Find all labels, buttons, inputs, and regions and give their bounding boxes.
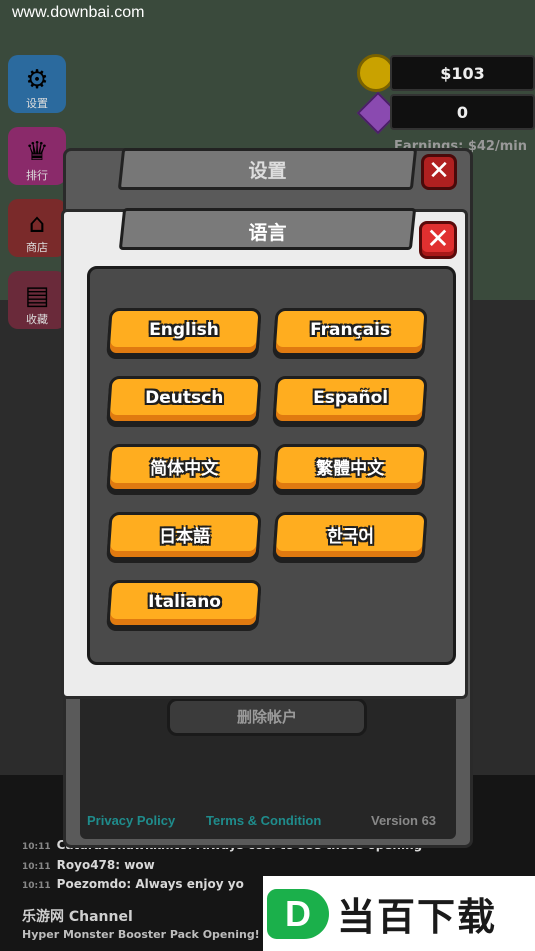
language-button-german[interactable]: Deutsch xyxy=(106,376,262,424)
shop-icon: ⌂ xyxy=(28,209,46,239)
language-button-korean[interactable]: 한국어 xyxy=(272,512,428,560)
sidebar-item-ranking[interactable]: ♛ 排行 xyxy=(8,127,66,185)
sidebar-item-collection[interactable]: ▤ 收藏 xyxy=(8,271,66,329)
language-button-italian[interactable]: Italiano xyxy=(106,580,262,628)
version-label: Version 63 xyxy=(371,813,437,828)
site-logo: D 当百下载 xyxy=(263,876,535,951)
gems-display: 0 xyxy=(390,94,535,130)
language-button-english[interactable]: English xyxy=(106,308,262,356)
language-close-button[interactable]: ✕ xyxy=(419,221,457,259)
chat-line: 10:11 Poezomdo: Always enjoy yo xyxy=(22,877,244,891)
delete-account-button[interactable]: 删除帐户 xyxy=(167,698,367,736)
crown-icon: ♛ xyxy=(25,137,49,167)
chat-channel-topic: Hyper Monster Booster Pack Opening! xyxy=(22,928,260,941)
settings-close-button[interactable]: ✕ xyxy=(421,154,457,190)
chat-channel-name[interactable]: 乐游网 Channel xyxy=(22,906,133,926)
language-button-simplified-chinese[interactable]: 简体中文 xyxy=(106,444,262,492)
terms-link[interactable]: Terms & Condition xyxy=(206,813,321,828)
privacy-policy-link[interactable]: Privacy Policy xyxy=(87,813,175,828)
settings-title: 设置 xyxy=(248,160,287,182)
sidebar-item-settings[interactable]: ⚙ 设置 xyxy=(8,55,66,113)
gear-icon: ⚙ xyxy=(25,65,49,95)
language-button-japanese[interactable]: 日本語 xyxy=(106,512,262,560)
language-button-spanish[interactable]: Español xyxy=(272,376,428,424)
money-display: $103 xyxy=(390,55,535,91)
logo-mark: D xyxy=(267,888,329,939)
site-watermark: www.downbai.com xyxy=(12,4,145,21)
language-button-french[interactable]: Français xyxy=(272,308,428,356)
chat-line: 10:11 Royo478: wow xyxy=(22,858,155,872)
collection-icon: ▤ xyxy=(24,281,50,311)
language-button-traditional-chinese[interactable]: 繁體中文 xyxy=(272,444,428,492)
language-title: 语言 xyxy=(248,222,287,244)
logo-text: 当百下载 xyxy=(337,895,498,939)
sidebar-item-shop[interactable]: ⌂ 商店 xyxy=(8,199,66,257)
